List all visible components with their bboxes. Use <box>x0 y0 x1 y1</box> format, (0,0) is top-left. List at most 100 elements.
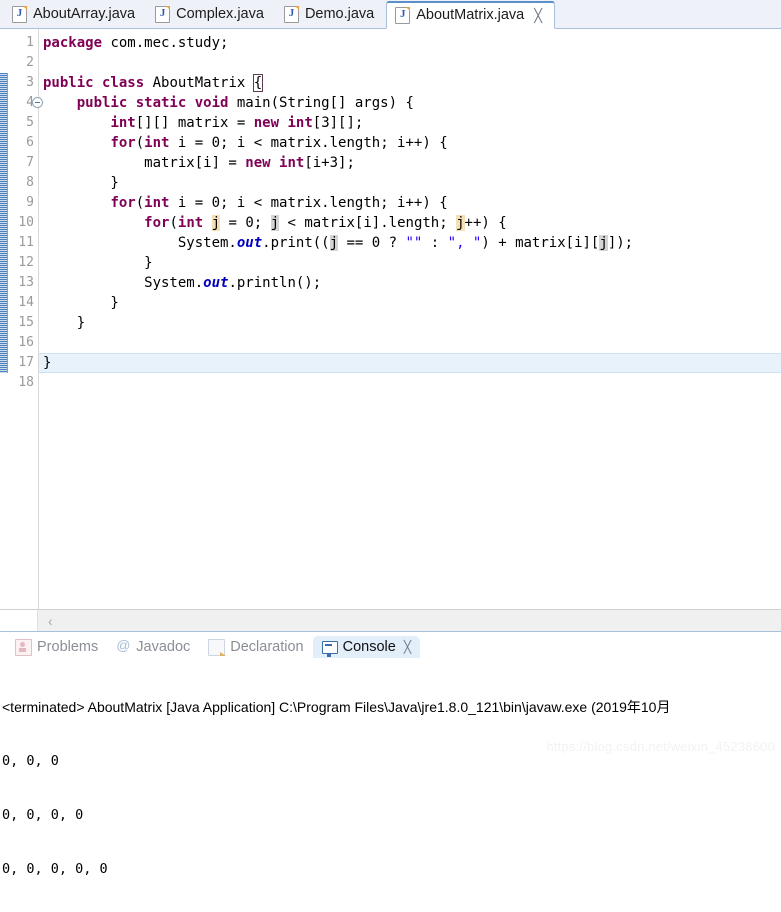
token-plain: ]); <box>607 235 634 251</box>
editor-tab-bar: AboutArray.java Complex.java Demo.java A… <box>0 0 781 29</box>
java-file-icon <box>283 5 299 23</box>
code-line[interactable] <box>39 373 781 393</box>
line-number: 1 <box>26 35 34 50</box>
line-number: 2 <box>26 55 34 70</box>
token-plain: main(String[] args) { <box>228 95 414 111</box>
view-tab-label: Console <box>342 638 396 655</box>
scroll-strip-gutter-pad <box>0 610 38 631</box>
token-field: out <box>236 235 263 251</box>
token-plain: .print(( <box>262 235 330 251</box>
line-number: 13 <box>18 275 34 290</box>
token-plain: ; i++) { <box>380 135 448 151</box>
line-number: 10 <box>18 215 34 230</box>
line-number-gutter[interactable]: 1 2 3 4 5 6 7 8 9 10 11 12 13 14 15 16 1… <box>0 29 43 609</box>
code-line[interactable]: matrix[i] = new int[i+3]; <box>39 153 781 173</box>
code-line[interactable]: for(int i = 0; i < matrix.length; i++) { <box>39 193 781 213</box>
token-plain: : <box>422 235 448 251</box>
editor-tab-demo[interactable]: Demo.java <box>276 0 386 28</box>
editor-tab-aboutarray[interactable]: AboutArray.java <box>4 0 147 28</box>
occurrence-highlight-read: j <box>270 215 280 231</box>
editor-tab-label: Demo.java <box>304 5 375 22</box>
token-plain: AboutMatrix <box>144 75 254 91</box>
token-string: "" <box>405 235 423 251</box>
code-line[interactable]: for(int i = 0; i < matrix.length; i++) { <box>39 133 781 153</box>
code-line-current[interactable]: } <box>39 353 781 373</box>
editor-horizontal-scroll-strip[interactable]: ‹ <box>0 609 781 631</box>
token-keyword: int <box>144 135 170 151</box>
editor-tab-label: AboutArray.java <box>33 5 136 22</box>
view-tab-declaration[interactable]: Declaration <box>199 635 312 660</box>
token-field: out <box>203 275 229 291</box>
view-tab-javadoc[interactable]: Javadoc <box>107 636 199 659</box>
code-line[interactable] <box>39 333 781 353</box>
code-line[interactable]: package com.mec.study; <box>39 33 781 53</box>
code-line[interactable]: System.out.println(); <box>39 273 781 293</box>
code-line[interactable] <box>39 53 781 73</box>
token-plain: [3][]; <box>312 115 364 131</box>
code-line[interactable]: } <box>39 313 781 333</box>
view-tab-label: Javadoc <box>136 638 191 655</box>
view-tab-bar: Problems Javadoc Declaration Console ╳ <box>0 632 781 662</box>
editor-tab-label: AboutMatrix.java <box>416 7 525 24</box>
code-line[interactable]: } <box>39 253 781 273</box>
code-line[interactable]: public class AboutMatrix { <box>39 73 781 93</box>
token-plain: ) + matrix[i][ <box>481 235 600 251</box>
token-plain: } <box>43 255 153 271</box>
chevron-left-icon[interactable]: ‹ <box>38 614 53 628</box>
token-plain: com.mec.study; <box>102 35 229 51</box>
code-editor[interactable]: 1 2 3 4 5 6 7 8 9 10 11 12 13 14 15 16 1… <box>0 29 781 609</box>
bottom-view-pane: Problems Javadoc Declaration Console ╳ <… <box>0 631 781 877</box>
token-keyword: for <box>110 135 136 151</box>
line-number: 8 <box>26 175 34 190</box>
code-text-area[interactable]: package com.mec.study; public class Abou… <box>39 29 781 609</box>
code-line[interactable]: } <box>39 173 781 193</box>
token-plain: } <box>43 355 52 371</box>
line-number: 15 <box>18 315 34 330</box>
token-plain: i = 0; i < matrix. <box>169 135 330 151</box>
token-plain: length <box>329 135 381 151</box>
line-number-with-fold: 4 <box>0 93 43 113</box>
editor-tab-complex[interactable]: Complex.java <box>147 0 276 28</box>
close-icon[interactable]: ╳ <box>534 9 542 22</box>
java-file-icon <box>12 5 27 23</box>
code-line[interactable]: public static void main(String[] args) { <box>39 93 781 113</box>
close-icon[interactable]: ╳ <box>404 641 411 653</box>
console-process-header: <terminated> AboutMatrix [Java Applicati… <box>2 699 671 715</box>
token-plain: [i+3]; <box>304 155 355 171</box>
console-output-line: 0, 0, 0, 0, 0 <box>2 861 108 877</box>
token-keyword: for <box>144 215 170 231</box>
view-tab-label: Problems <box>37 638 99 655</box>
problems-icon <box>15 638 32 656</box>
code-line[interactable]: } <box>39 293 781 313</box>
view-tab-label: Declaration <box>230 638 304 655</box>
console-output[interactable]: <terminated> AboutMatrix [Java Applicati… <box>0 662 781 912</box>
line-number: 16 <box>18 335 34 350</box>
occurrence-highlight-write: j <box>456 215 465 231</box>
token-plain: System. <box>43 275 204 291</box>
code-line[interactable]: int[][] matrix = new int[3][]; <box>39 113 781 133</box>
token-plain: ++) { <box>464 215 507 231</box>
token-plain: matrix[i] = <box>43 155 246 171</box>
editor-tab-aboutmatrix[interactable]: AboutMatrix.java ╳ <box>386 1 556 29</box>
line-number: 9 <box>26 195 34 210</box>
token-keyword: int <box>144 195 170 211</box>
line-number: 3 <box>26 75 34 90</box>
view-tab-console[interactable]: Console ╳ <box>312 635 421 659</box>
token-plain: = 0; <box>220 215 271 231</box>
token-plain: [][] matrix = <box>135 115 254 131</box>
code-line[interactable]: for(int j = 0; j < matrix[i].length; j++… <box>39 213 781 233</box>
token-plain: } <box>43 315 86 331</box>
line-number: 18 <box>18 375 34 390</box>
occurrence-highlight-read: j <box>329 235 339 251</box>
line-number: 6 <box>26 135 34 150</box>
view-tab-problems[interactable]: Problems <box>6 635 107 660</box>
line-number: 7 <box>26 155 34 170</box>
code-line[interactable]: System.out.print((j == 0 ? "" : ", ") + … <box>39 233 781 253</box>
token-keyword: int <box>177 215 204 231</box>
declaration-icon <box>208 638 227 656</box>
token-plain: i = 0; i < matrix.length; i++) { <box>169 195 448 211</box>
